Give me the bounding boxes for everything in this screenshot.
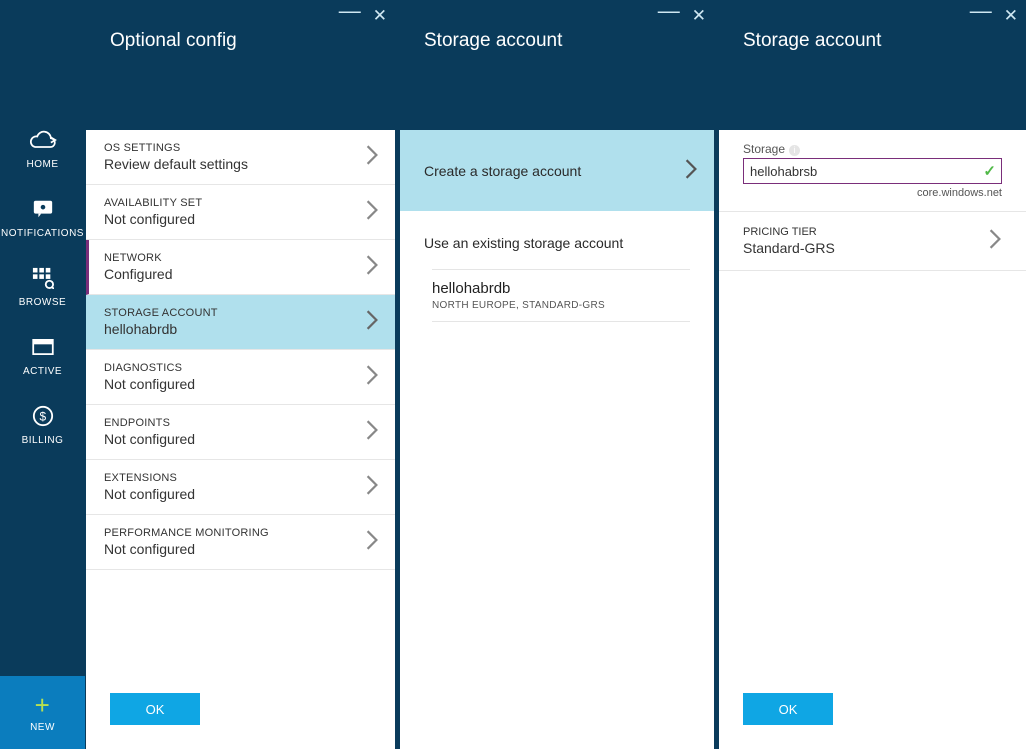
sidebar: HOME NOTIFICATIONS BROWSE ACTIVE $ BILLI… [0, 0, 85, 749]
sidebar-item-home[interactable]: HOME [0, 115, 85, 184]
sidebar-item-label: HOME [27, 159, 59, 170]
config-row-network[interactable]: NETWORK Configured [86, 240, 395, 295]
minimize-icon[interactable]: — [970, 6, 992, 26]
pricing-tier-row[interactable]: PRICING TIER Standard-GRS [719, 211, 1026, 271]
blade-header: — ✕ Optional config [86, 0, 395, 130]
config-row-endpoints[interactable]: ENDPOINTS Not configured [86, 405, 395, 460]
config-row-value: Not configured [104, 376, 195, 392]
config-row-value: Not configured [104, 211, 202, 227]
chevron-right-icon [365, 199, 379, 226]
blade-header: — ✕ Storage account [400, 0, 714, 130]
create-storage-account-row[interactable]: Create a storage account [400, 130, 714, 211]
info-icon[interactable]: i [789, 145, 800, 156]
config-row-value: Configured [104, 266, 173, 282]
close-icon[interactable]: ✕ [692, 6, 706, 26]
config-row-label: AVAILABILITY SET [104, 197, 202, 209]
ok-button[interactable]: OK [743, 693, 833, 725]
storage-name-input[interactable] [743, 158, 1002, 184]
blade-title: Storage account [424, 30, 714, 52]
config-row-os-settings[interactable]: OS SETTINGS Review default settings [86, 130, 395, 185]
config-row-label: PERFORMANCE MONITORING [104, 527, 269, 539]
config-row-performance-monitoring[interactable]: PERFORMANCE MONITORING Not configured [86, 515, 395, 570]
minimize-icon[interactable]: — [658, 6, 680, 26]
config-row-availability-set[interactable]: AVAILABILITY SET Not configured [86, 185, 395, 240]
pricing-tier-value: Standard-GRS [743, 240, 835, 256]
config-row-extensions[interactable]: EXTENSIONS Not configured [86, 460, 395, 515]
chevron-right-icon [988, 228, 1002, 255]
cloud-icon [29, 129, 57, 151]
chevron-right-icon [365, 364, 379, 391]
sidebar-item-label: BROWSE [19, 297, 66, 308]
window-icon [29, 336, 57, 358]
close-icon[interactable]: ✕ [373, 6, 387, 26]
config-row-diagnostics[interactable]: DIAGNOSTICS Not configured [86, 350, 395, 405]
existing-storage-item[interactable]: hellohabrdb NORTH EUROPE, STANDARD-GRS [432, 269, 690, 322]
sidebar-item-label: ACTIVE [23, 366, 62, 377]
storage-field-label: Storagei [743, 142, 1002, 156]
sidebar-item-active[interactable]: ACTIVE [0, 322, 85, 391]
config-row-value: Review default settings [104, 156, 248, 172]
config-row-label: STORAGE ACCOUNT [104, 307, 218, 319]
sidebar-item-label: NEW [30, 722, 55, 733]
sidebar-item-new[interactable]: + NEW [0, 676, 85, 749]
grid-icon [29, 267, 57, 289]
config-row-label: EXTENSIONS [104, 472, 195, 484]
pricing-tier-label: PRICING TIER [743, 226, 835, 238]
svg-text:$: $ [39, 410, 46, 424]
sidebar-item-label: NOTIFICATIONS [1, 228, 84, 239]
create-storage-label: Create a storage account [424, 163, 581, 179]
config-row-value: Not configured [104, 486, 195, 502]
notification-icon [29, 198, 57, 220]
minimize-icon[interactable]: — [339, 6, 361, 26]
blade-optional-config: — ✕ Optional config OS SETTINGS Review de… [85, 0, 395, 749]
chevron-right-icon [365, 144, 379, 171]
config-row-value: hellohabrdb [104, 321, 218, 337]
blade-title: Storage account [743, 30, 1026, 52]
sidebar-item-label: BILLING [22, 435, 64, 446]
ok-button[interactable]: OK [110, 693, 200, 725]
blade-title: Optional config [110, 30, 395, 52]
blade-header: — ✕ Storage account [719, 0, 1026, 130]
storage-suffix: core.windows.net [743, 187, 1002, 199]
chevron-right-icon [365, 474, 379, 501]
sidebar-item-browse[interactable]: BROWSE [0, 253, 85, 322]
close-icon[interactable]: ✕ [1004, 6, 1018, 26]
config-row-storage-account[interactable]: STORAGE ACCOUNT hellohabrdb [86, 295, 395, 350]
blade-storage-account-create: — ✕ Storage account Storagei ✓ core.wind… [718, 0, 1026, 749]
plus-icon: + [35, 692, 51, 718]
chevron-right-icon [365, 419, 379, 446]
blade-storage-account-picker: — ✕ Storage account Create a storage acc… [399, 0, 714, 749]
chevron-right-icon [684, 158, 698, 183]
checkmark-icon: ✓ [983, 162, 996, 180]
existing-storage-name: hellohabrdb [432, 280, 690, 297]
chevron-right-icon [365, 254, 379, 281]
config-row-label: DIAGNOSTICS [104, 362, 195, 374]
chevron-right-icon [365, 309, 379, 336]
billing-icon: $ [29, 405, 57, 427]
sidebar-item-billing[interactable]: $ BILLING [0, 391, 85, 460]
config-row-label: OS SETTINGS [104, 142, 248, 154]
config-row-value: Not configured [104, 431, 195, 447]
chevron-right-icon [365, 529, 379, 556]
sidebar-item-notifications[interactable]: NOTIFICATIONS [0, 184, 85, 253]
existing-header: Use an existing storage account [424, 235, 690, 251]
config-row-label: ENDPOINTS [104, 417, 195, 429]
existing-storage-meta: NORTH EUROPE, STANDARD-GRS [432, 300, 690, 311]
config-row-label: NETWORK [104, 252, 173, 264]
config-row-value: Not configured [104, 541, 269, 557]
